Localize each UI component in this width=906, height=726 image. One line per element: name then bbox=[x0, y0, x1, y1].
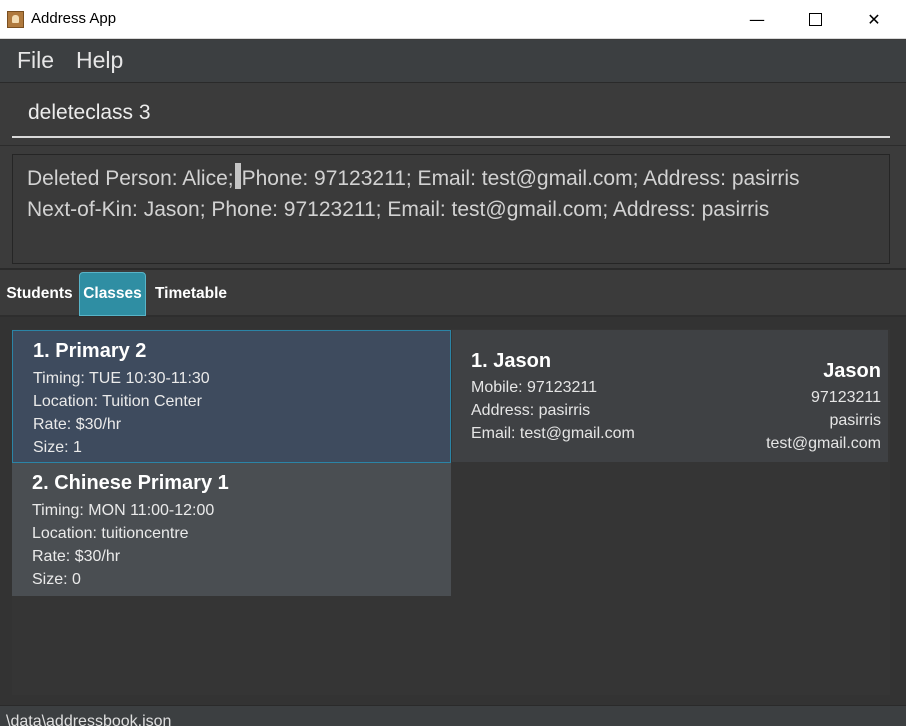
nok-phone: 97123211 bbox=[811, 389, 881, 406]
student-name: 1. Jason bbox=[471, 350, 552, 372]
student-details: 1. Jason Mobile: 97123211 Address: pasir… bbox=[471, 350, 635, 445]
tab-timetable[interactable]: Timetable bbox=[146, 272, 236, 316]
tab-classes[interactable]: Classes bbox=[79, 272, 146, 316]
result-line-1: Deleted Person: Alice; Phone: 97123211; E… bbox=[27, 163, 875, 194]
class-rate: Rate: $30/hr bbox=[32, 548, 121, 565]
result-line-1-end: Phone: 97123211; Email: test@gmail.com; … bbox=[241, 167, 800, 190]
class-size: Size: 1 bbox=[33, 439, 82, 456]
title-bar: Address App — ✕ bbox=[0, 0, 906, 39]
window-title: Address App bbox=[31, 10, 117, 27]
maximize-button[interactable] bbox=[786, 0, 844, 39]
class-location: Location: Tuition Center bbox=[33, 393, 202, 410]
class-card[interactable]: 2. Chinese Primary 1 Timing: MON 11:00-1… bbox=[12, 463, 451, 596]
status-bar: \data\addressbook.json bbox=[0, 705, 906, 726]
class-title: 1. Primary 2 bbox=[33, 340, 147, 362]
student-card[interactable]: 1. Jason Mobile: 97123211 Address: pasir… bbox=[452, 330, 888, 462]
nok-email: test@gmail.com bbox=[766, 435, 881, 452]
menu-bar: File Help bbox=[0, 40, 906, 83]
command-input[interactable] bbox=[12, 90, 890, 138]
class-timing: Timing: MON 11:00-12:00 bbox=[32, 502, 215, 519]
close-button[interactable]: ✕ bbox=[845, 0, 903, 39]
save-location: \data\addressbook.json bbox=[6, 713, 172, 726]
class-size: Size: 0 bbox=[32, 571, 81, 588]
close-icon: ✕ bbox=[867, 10, 881, 29]
tab-bar: Students Classes Timetable bbox=[0, 271, 906, 317]
text-caret bbox=[234, 163, 241, 189]
maximize-icon bbox=[808, 13, 822, 26]
result-line-2: Next-of-Kin: Jason; Phone: 97123211; Ema… bbox=[27, 198, 770, 221]
minimize-button[interactable]: — bbox=[728, 0, 786, 39]
result-display[interactable]: Deleted Person: Alice; Phone: 97123211; E… bbox=[12, 154, 890, 264]
menu-help[interactable]: Help bbox=[76, 47, 123, 74]
nok-address: pasirris bbox=[829, 412, 881, 429]
command-box bbox=[0, 83, 906, 146]
class-card-selected[interactable]: 1. Primary 2 Timing: TUE 10:30-11:30 Loc… bbox=[12, 330, 451, 463]
nok-name: Jason bbox=[823, 360, 881, 382]
class-timing: Timing: TUE 10:30-11:30 bbox=[33, 370, 210, 387]
menu-file[interactable]: File bbox=[17, 47, 54, 74]
tab-students[interactable]: Students bbox=[0, 272, 79, 316]
next-of-kin-details: Jason 97123211 pasirris test@gmail.com bbox=[766, 360, 881, 455]
class-location: Location: tuitioncentre bbox=[32, 525, 189, 542]
class-rate: Rate: $30/hr bbox=[33, 416, 122, 433]
result-display-panel: Deleted Person: Alice; Phone: 97123211; E… bbox=[0, 146, 906, 270]
student-email: Email: test@gmail.com bbox=[471, 425, 635, 442]
minimize-icon: — bbox=[749, 10, 765, 29]
result-line-1-start: Deleted Person: Alice; bbox=[27, 167, 234, 190]
class-title: 2. Chinese Primary 1 bbox=[32, 472, 229, 494]
student-address: Address: pasirris bbox=[471, 402, 591, 419]
student-mobile: Mobile: 97123211 bbox=[471, 379, 598, 396]
address-book-icon bbox=[7, 11, 24, 28]
